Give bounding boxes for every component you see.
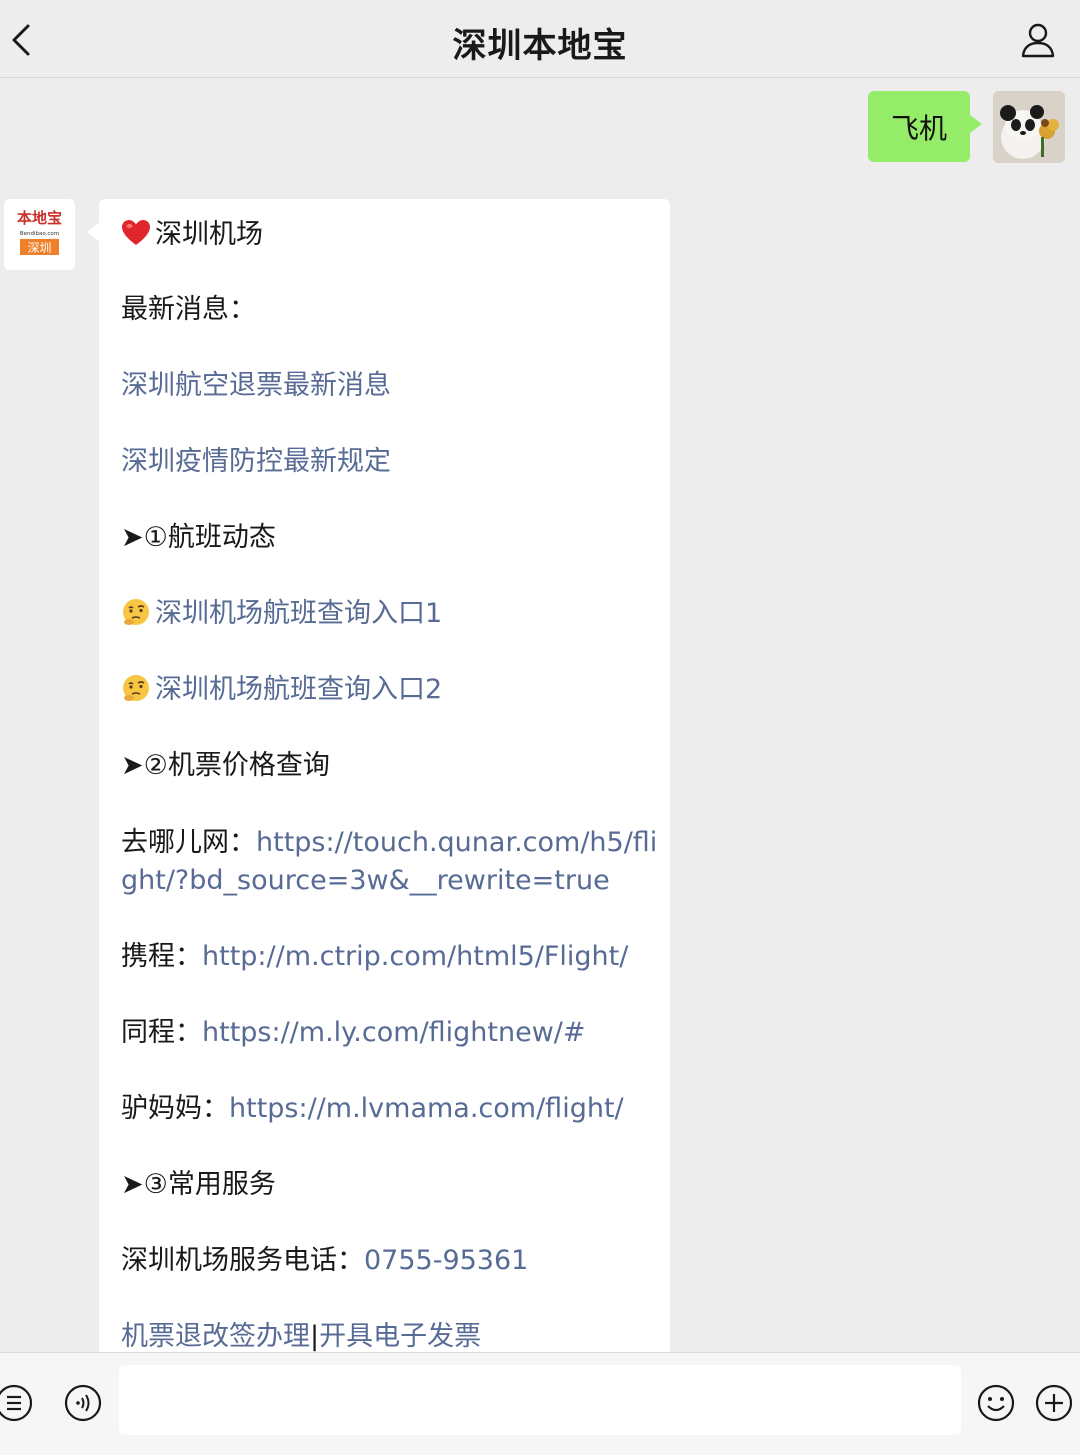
section-ticket-price: ➤②机票价格查询: [121, 750, 330, 781]
input-bar: [0, 1352, 1080, 1455]
bot-avatar[interactable]: 本地宝 Bendibao.com 深圳: [4, 199, 75, 270]
smiley-icon[interactable]: [976, 1383, 1016, 1423]
flight-query-link-1[interactable]: 深圳机场航班查询入口1: [121, 595, 661, 633]
price-site-ctrip: 携程：http://m.ctrip.com/html5/Flight/: [121, 938, 661, 976]
heart-icon: [122, 220, 150, 245]
user-message-bubble[interactable]: 飞机: [868, 91, 982, 162]
price-site-ly: 同程：https://m.ly.com/flightnew/#: [121, 1014, 661, 1052]
refund-link[interactable]: 机票退改签办理: [121, 1321, 310, 1352]
plus-icon[interactable]: [1034, 1383, 1074, 1423]
section-flight-status: ➤①航班动态: [121, 522, 276, 553]
panda-avatar-image: [993, 91, 1065, 163]
voice-icon[interactable]: [63, 1383, 103, 1423]
site-name: 驴妈妈：: [121, 1093, 229, 1124]
service-phone-label: 深圳机场服务电话：: [121, 1245, 364, 1276]
message-input[interactable]: [119, 1365, 961, 1435]
invoice-link[interactable]: 开具电子发票: [319, 1321, 481, 1352]
separator: |: [310, 1321, 320, 1352]
refund-invoice-line: 机票退改签办理|开具电子发票: [121, 1318, 661, 1356]
thinking-face-icon: [123, 599, 149, 625]
latest-link-2[interactable]: 深圳疫情防控最新规定: [121, 443, 661, 481]
user-avatar[interactable]: [993, 91, 1065, 163]
latest-link-1[interactable]: 深圳航空退票最新消息: [121, 367, 661, 405]
site-url[interactable]: https://m.lvmama.com/flight/: [229, 1093, 624, 1124]
latest-label: 最新消息：: [121, 294, 256, 325]
user-message-text: 飞机: [890, 111, 947, 145]
thinking-face-icon: [123, 675, 149, 701]
site-url[interactable]: https://m.ly.com/flightnew/#: [202, 1017, 586, 1048]
bot-message-bubble: 深圳机场 最新消息： 深圳航空退票最新消息 深圳疫情防控最新规定 ➤①航班动态 …: [87, 199, 670, 1399]
top-bar: 深圳本地宝: [0, 0, 1080, 78]
service-phone-link[interactable]: 0755-95361: [364, 1245, 528, 1276]
price-site-qunar: 去哪儿网：https://touch.qunar.com/h5/flight/?…: [121, 824, 661, 900]
reply-heading: 深圳机场: [121, 216, 661, 254]
person-icon[interactable]: [1018, 20, 1058, 60]
chat-title: 深圳本地宝: [452, 26, 628, 66]
list-icon[interactable]: [0, 1383, 34, 1423]
site-url[interactable]: http://m.ctrip.com/html5/Flight/: [202, 941, 628, 972]
bendibao-logo: 本地宝 Bendibao.com 深圳: [4, 199, 75, 270]
flight-query-link-2[interactable]: 深圳机场航班查询入口2: [121, 671, 661, 709]
price-site-lvmama: 驴妈妈：https://m.lvmama.com/flight/: [121, 1090, 661, 1128]
svg-text:本地宝: 本地宝: [17, 209, 62, 227]
site-name: 同程：: [121, 1017, 202, 1048]
svg-text:Bendibao.com: Bendibao.com: [20, 231, 59, 237]
site-name: 携程：: [121, 941, 202, 972]
site-name: 去哪儿网：: [121, 827, 256, 858]
svg-text:深圳: 深圳: [27, 241, 51, 255]
section-common-services: ➤③常用服务: [121, 1169, 276, 1200]
service-phone-line: 深圳机场服务电话：0755-95361: [121, 1242, 661, 1280]
